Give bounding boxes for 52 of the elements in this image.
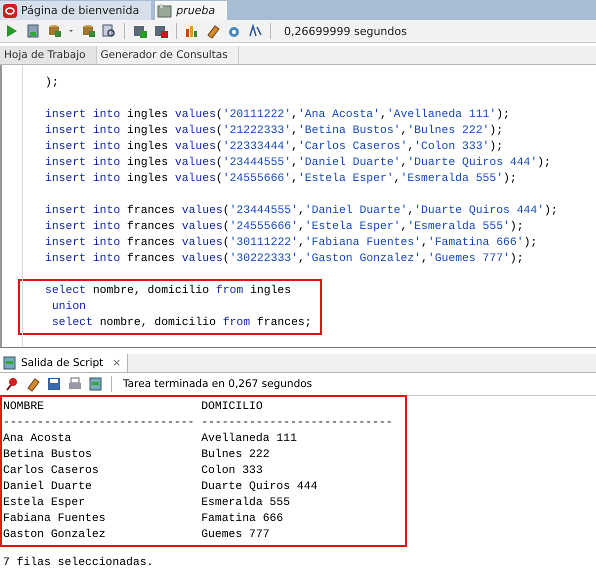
database-icon[interactable] xyxy=(80,23,96,39)
code-line: insert into frances values('30111222','Fabiana Fuentes','Famatina 666'); xyxy=(45,236,538,251)
table-cell-text: Famatina 666 xyxy=(201,512,284,527)
code-line: insert into frances values('30222333','Gaston Gonzalez','Guemes 777'); xyxy=(45,252,525,267)
row-count: 7 filas seleccionadas. xyxy=(3,556,154,571)
column-header: NOMBRE xyxy=(3,400,46,415)
document-tab[interactable]: Página de bienvenida xyxy=(0,1,152,20)
worksheet-icon[interactable] xyxy=(157,2,174,18)
table-cell-text: Ana Acosta xyxy=(3,432,72,447)
export-icon[interactable] xyxy=(88,376,104,392)
code-line: union xyxy=(50,300,88,315)
code-line: select nombre, domicilio from ingles xyxy=(45,284,292,299)
save-icon[interactable] xyxy=(46,376,62,392)
pin-icon[interactable] xyxy=(4,376,20,392)
table-cell-text: Esmeralda 555 xyxy=(201,496,292,511)
print-icon[interactable] xyxy=(67,376,83,392)
table-cell-text: Duarte Quiros 444 xyxy=(201,480,318,495)
eraser-icon[interactable] xyxy=(25,376,41,392)
table-cell-text: Avellaneda 111 xyxy=(201,432,298,447)
code-line: insert into ingles values('20111222','Ana Acosta','Avellaneda 111'); xyxy=(45,108,511,123)
output-tab[interactable]: Salida de Script × xyxy=(0,354,128,372)
code-line: ); xyxy=(45,76,60,91)
table-cell-text: Gaston Gonzalez xyxy=(3,528,107,543)
chart-icon[interactable] xyxy=(184,23,200,39)
close-icon[interactable]: × xyxy=(112,357,122,369)
code-line: insert into ingles values('22333444','Carlos Caseros','Colon 333'); xyxy=(45,140,504,155)
table-cell-text: Daniel Duarte xyxy=(3,480,93,495)
script-output-icon[interactable] xyxy=(2,355,18,371)
separator-line: ---------------------------- xyxy=(201,416,394,431)
elapsed-time: 0,26699999 segundos xyxy=(284,24,407,38)
code-line: insert into ingles values('21222333','Betina Bustos','Bulnes 222'); xyxy=(45,124,504,139)
code-line: insert into frances values('24555666','Estela Esper','Esmeralda 555'); xyxy=(45,220,525,235)
table-cell-text: Fabiana Fuentes xyxy=(3,512,107,527)
table-cell-text: Colon 333 xyxy=(201,464,264,479)
table-cell-text: Estela Esper xyxy=(3,496,86,511)
code-line: insert into ingles values('23444555','Daniel Duarte','Duarte Quiros 444'); xyxy=(45,156,552,171)
code-line: insert into ingles values('24555666','Estela Esper','Esmeralda 555'); xyxy=(45,172,518,187)
editor-tab[interactable]: Generador de Consultas xyxy=(96,46,239,64)
logo-icon[interactable] xyxy=(2,2,18,18)
separator-line: ---------------------------- xyxy=(3,416,196,431)
eraser-icon[interactable] xyxy=(205,23,221,39)
code-line: insert into frances values('23444555','Daniel Duarte','Duarte Quiros 444'); xyxy=(45,204,559,219)
code-line: select nombre, domicilio from frances; xyxy=(50,316,312,331)
column-header: DOMICILIO xyxy=(201,400,264,415)
table-cell-text: Carlos Caseros xyxy=(3,464,100,479)
database-icon[interactable] xyxy=(46,23,62,39)
table-cell-text: Bulnes 222 xyxy=(201,448,271,463)
table-cell-text: Guemes 777 xyxy=(201,528,271,543)
editor-tab[interactable]: Hoja de Trabajo xyxy=(0,46,97,64)
table-cell-text: Betina Bustos xyxy=(3,448,93,463)
document-tab[interactable]: prueba xyxy=(155,1,228,20)
status-text: Tarea terminada en 0,267 segundos xyxy=(123,378,312,390)
